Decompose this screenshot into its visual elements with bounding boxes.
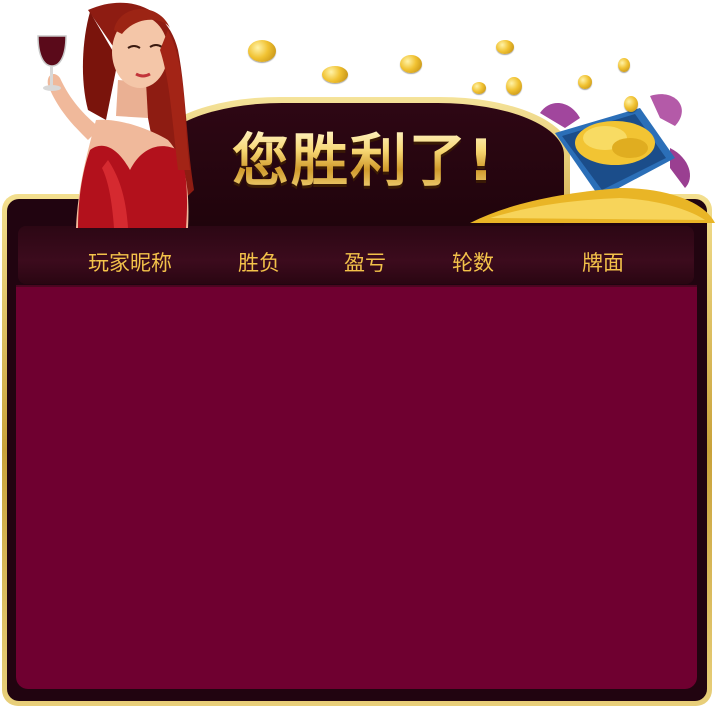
coin-icon <box>624 96 638 112</box>
coin-icon <box>506 77 522 95</box>
gift-box-coins-illustration <box>470 94 715 223</box>
result-table-body <box>16 285 697 689</box>
coin-icon <box>472 82 486 94</box>
result-dialog: 玩家昵称 胜负 盈亏 轮数 牌面 您胜利了! <box>0 0 715 709</box>
column-header-profit-loss: 盈亏 <box>344 251 386 275</box>
column-header-cards: 牌面 <box>582 251 624 275</box>
coin-icon <box>248 40 276 62</box>
victory-title: 您胜利了! <box>232 128 496 194</box>
coin-icon <box>400 55 422 73</box>
coin-icon <box>496 40 514 54</box>
column-header-player-nickname: 玩家昵称 <box>88 251 172 275</box>
column-header-rounds: 轮数 <box>452 251 494 275</box>
coin-icon <box>578 75 592 89</box>
coin-icon <box>618 58 630 72</box>
column-header-win-loss: 胜负 <box>238 251 280 275</box>
woman-with-wine-glass-illustration <box>37 2 194 228</box>
coin-icon <box>322 66 348 83</box>
